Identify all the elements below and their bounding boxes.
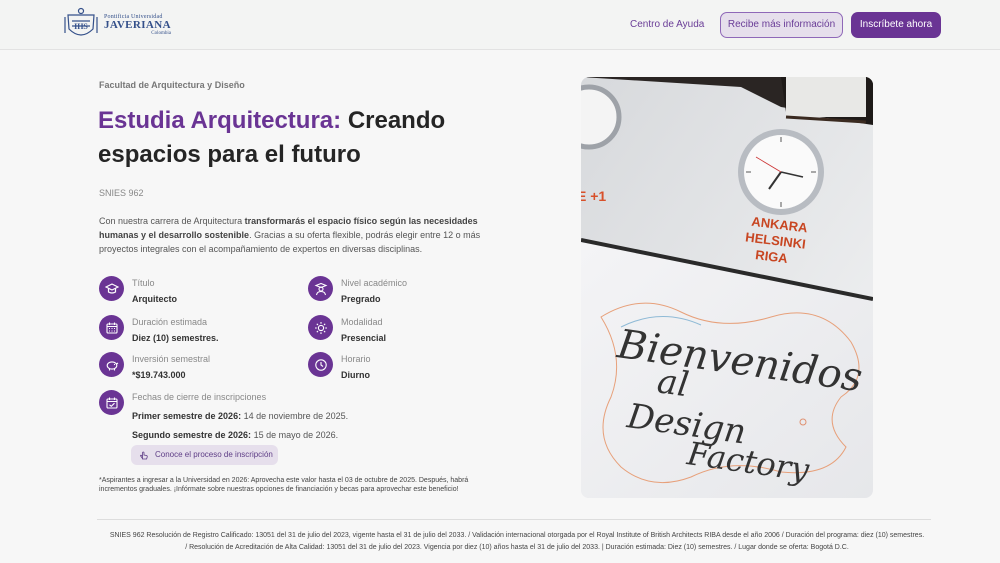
footer-line-2: / Resolución de Acreditación de Alta Cal… xyxy=(185,544,849,551)
info-schedule: Horario Diurno xyxy=(308,352,371,381)
price-footnote: *Aspirantes a ingresar a la Universidad … xyxy=(99,477,469,493)
page-title: Estudia Arquitectura: Creando espacios p… xyxy=(98,104,478,172)
sun-icon xyxy=(314,321,327,334)
info-label: Horario xyxy=(341,354,371,364)
help-center-link[interactable]: Centro de Ayuda xyxy=(630,19,704,30)
info-modality: Modalidad Presencial xyxy=(308,315,386,344)
faculty-name: Facultad de Arquitectura y Diseño xyxy=(99,80,245,90)
info-value: *$19.743.000 xyxy=(132,370,186,380)
closing-second-semester: Segundo semestre de 2026: 15 de mayo de … xyxy=(132,430,339,440)
hand-pointer-icon xyxy=(140,451,148,460)
footer-divider xyxy=(97,519,931,520)
info-label: Duración estimada xyxy=(132,317,208,327)
info-value: Arquitecto xyxy=(132,294,177,304)
enroll-now-button[interactable]: Inscríbete ahora xyxy=(851,12,941,38)
info-value: Presencial xyxy=(341,333,387,343)
info-value: Diurno xyxy=(341,370,370,380)
closing-dates-label: Fechas de cierre de inscripciones xyxy=(132,392,267,402)
info-value: Diez (10) semestres. xyxy=(132,333,219,343)
info-investment: Inversión semestral *$19.743.000 xyxy=(99,352,210,381)
info-title: Título Arquitecto xyxy=(99,276,177,305)
more-info-button[interactable]: Recibe más información xyxy=(720,12,843,38)
program-description: Con nuestra carrera de Arquitectura tran… xyxy=(99,216,481,254)
logo-line-2: JAVERIANA xyxy=(104,19,171,31)
board-text-line: al xyxy=(655,361,691,405)
wall-text-partial: E +1 xyxy=(581,188,606,204)
enrollment-process-button[interactable]: Conoce el proceso de inscripción xyxy=(131,445,278,465)
graduation-cap-icon xyxy=(104,282,119,294)
info-level: Nivel académico Pregrado xyxy=(308,276,407,305)
calendar-grid-icon xyxy=(105,322,118,334)
info-closing-dates: Fechas de cierre de inscripciones Primer… xyxy=(99,390,348,441)
clock-icon xyxy=(314,358,327,371)
graduate-person-icon xyxy=(314,282,327,295)
enrollment-process-label: Conoce el proceso de inscripción xyxy=(155,450,273,459)
info-label: Inversión semestral xyxy=(132,354,211,364)
info-label: Modalidad xyxy=(341,317,383,327)
design-factory-photo: E +1 ANKARA HELSINKI RIGA Bienvenidos al… xyxy=(581,77,873,498)
footer-line-1: SNIES 962 Resolución de Registro Calific… xyxy=(109,532,925,539)
university-logo[interactable]: IHS Pontificia Universidad JAVERIANA Col… xyxy=(62,6,171,44)
info-duration: Duración estimada Diez (10) semestres. xyxy=(99,315,219,344)
page-title-accent: Estudia Arquitectura: xyxy=(98,107,342,134)
closing-first-semester: Primer semestre de 2026: 14 de noviembre… xyxy=(132,411,349,421)
university-crest-icon: IHS xyxy=(64,7,98,36)
top-header: IHS Pontificia Universidad JAVERIANA Col… xyxy=(0,0,1000,50)
snies-code: SNIES 962 xyxy=(99,188,144,198)
svg-text:IHS: IHS xyxy=(74,22,88,31)
calendar-check-icon xyxy=(105,397,118,409)
info-label: Nivel académico xyxy=(341,278,408,288)
info-value: Pregrado xyxy=(341,294,381,304)
piggy-bank-icon xyxy=(106,360,118,370)
logo-line-3: Colombia xyxy=(151,31,171,36)
legal-footer: SNIES 962 Resolución de Registro Calific… xyxy=(97,530,937,554)
info-label: Título xyxy=(132,278,155,288)
photo-illustration: E +1 ANKARA HELSINKI RIGA Bienvenidos al… xyxy=(581,77,873,498)
